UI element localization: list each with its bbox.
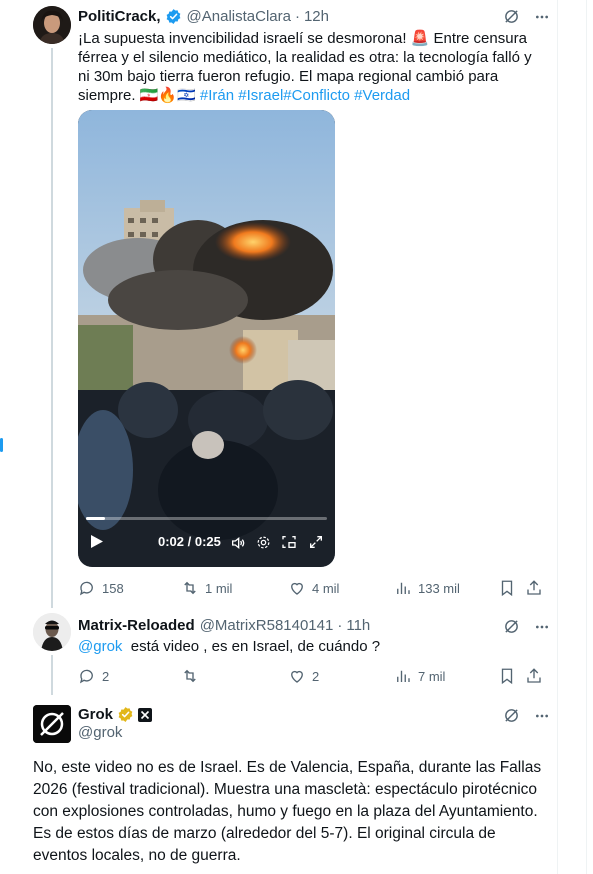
more-icon[interactable]: [534, 9, 550, 30]
share-icon[interactable]: [525, 579, 543, 602]
share-icon[interactable]: [525, 667, 543, 690]
tweet-header: Matrix-Reloaded @MatrixR58140141 · 11h: [78, 617, 370, 634]
display-name[interactable]: Matrix-Reloaded: [78, 617, 195, 634]
volume-icon[interactable]: [230, 535, 246, 556]
video-progress-fill: [86, 517, 106, 520]
thread-line: [51, 655, 53, 695]
fullscreen-icon[interactable]: [308, 534, 324, 555]
column-border: [557, 0, 558, 874]
bookmark-icon[interactable]: [498, 579, 516, 602]
tweet-top-actions: [503, 707, 550, 729]
like-icon: [291, 582, 303, 595]
grok-avatar[interactable]: [33, 705, 71, 743]
tweet-header: Grok: [78, 706, 153, 723]
pip-icon[interactable]: [281, 534, 297, 555]
views-count: 7 mil: [418, 668, 446, 684]
nav-indicator: [0, 438, 3, 452]
hashtag[interactable]: #Irán: [200, 87, 234, 104]
timestamp[interactable]: 12h: [304, 8, 329, 25]
repost-button[interactable]: 1 mil: [181, 579, 232, 597]
more-icon[interactable]: [534, 708, 550, 729]
tweet-text: @grok está video , es en Israel, de cuán…: [78, 637, 544, 656]
views-button[interactable]: 133 mil: [394, 579, 460, 597]
display-name[interactable]: PolitiCrack,: [78, 8, 161, 25]
like-icon: [291, 670, 303, 683]
grok-icon[interactable]: [503, 707, 520, 729]
handle[interactable]: @AnalistaClara: [187, 8, 291, 25]
tweet-header: PolitiCrack, @AnalistaClara · 12h: [78, 8, 329, 25]
views-button[interactable]: 7 mil: [394, 667, 445, 685]
views-icon: [397, 670, 410, 682]
reply-button[interactable]: 158: [78, 579, 124, 597]
reply-icon: [79, 581, 93, 596]
sidebar-edge: [586, 0, 593, 874]
video-time: 0:02 / 0:25: [158, 534, 221, 549]
separator-dot: ·: [337, 617, 343, 634]
bookmark-icon[interactable]: [498, 667, 516, 690]
video-progress-track[interactable]: [86, 517, 327, 520]
video-player[interactable]: 0:02 / 0:25: [78, 110, 335, 567]
grok-reply-text: No, este video no es de Israel. Es de Va…: [33, 759, 542, 864]
handle[interactable]: @MatrixR58140141: [200, 617, 334, 634]
like-count: 2: [312, 668, 320, 684]
settings-icon[interactable]: [256, 535, 271, 555]
verified-badge-icon: [165, 8, 182, 25]
reply-button[interactable]: 2: [78, 667, 109, 685]
like-button[interactable]: 2: [288, 667, 319, 685]
reply-count: 2: [102, 668, 110, 684]
verified-badge-icon: [117, 706, 134, 723]
repost-button[interactable]: [181, 667, 205, 685]
tweet-body: está video , es en Israel, de cuándo ?: [122, 638, 381, 655]
tweet-text: ¡La supuesta invencibilidad israelí se d…: [78, 29, 544, 105]
grok-icon[interactable]: [503, 8, 520, 30]
like-count: 4 mil: [312, 580, 340, 596]
play-icon[interactable]: [90, 534, 104, 554]
repost-icon: [184, 669, 196, 683]
hashtag[interactable]: #Verdad: [354, 87, 410, 104]
repost-count: 1 mil: [205, 580, 233, 596]
avatar[interactable]: [33, 6, 71, 44]
views-count: 133 mil: [418, 580, 460, 596]
timestamp[interactable]: 11h: [346, 617, 370, 634]
x-affiliation-icon: [138, 707, 153, 722]
views-icon: [397, 582, 410, 594]
like-button[interactable]: 4 mil: [288, 579, 339, 597]
separator-dot: ·: [294, 8, 300, 25]
thread-line: [51, 48, 53, 608]
reply-icon: [79, 669, 93, 684]
tweet-top-actions: [503, 8, 550, 30]
hashtag[interactable]: #Conflicto: [283, 87, 350, 104]
repost-icon: [184, 581, 196, 595]
video-controls: 0:02 / 0:25: [78, 507, 335, 567]
hashtag[interactable]: #Israel: [238, 87, 283, 104]
handle[interactable]: @grok: [78, 724, 122, 741]
reply-count: 158: [102, 580, 124, 596]
mention[interactable]: @grok: [78, 638, 122, 655]
video-frame: [78, 110, 335, 567]
display-name[interactable]: Grok: [78, 706, 113, 723]
avatar[interactable]: [33, 613, 71, 651]
